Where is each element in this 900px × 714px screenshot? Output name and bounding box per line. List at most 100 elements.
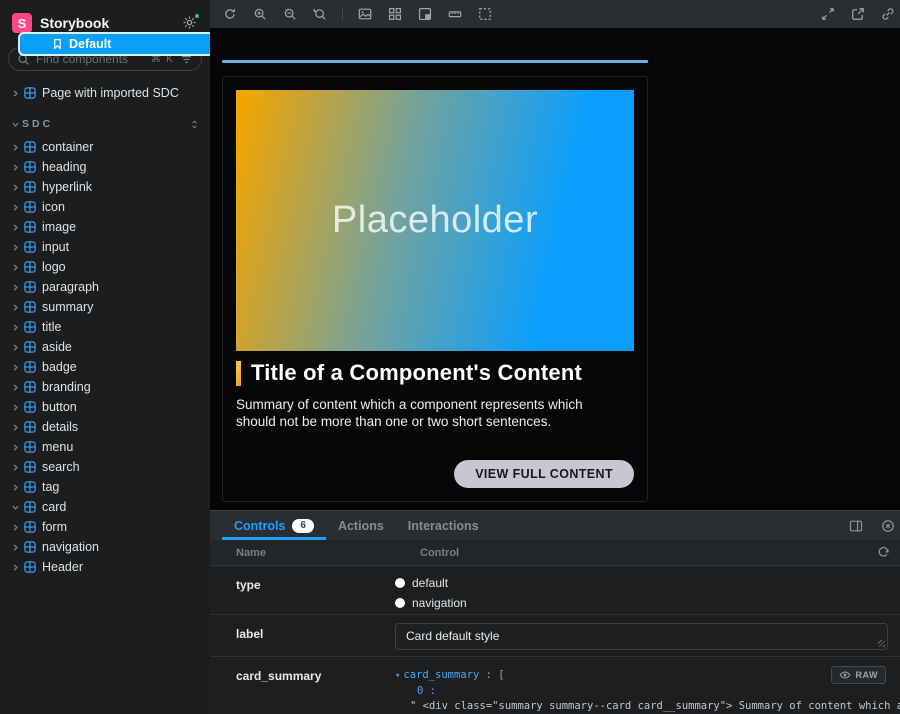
sidebar-item-card[interactable]: card [0, 497, 210, 517]
component-icon [24, 381, 36, 393]
chevron-right-icon[interactable] [8, 523, 22, 532]
component-icon [24, 221, 36, 233]
panel-position-icon[interactable] [846, 516, 866, 536]
tab-controls[interactable]: Controls 6 [222, 511, 326, 540]
settings-gear-icon[interactable] [182, 15, 198, 31]
radio-option-navigation[interactable]: navigation [395, 595, 888, 611]
toolbar-right-group [818, 4, 898, 24]
chevron-right-icon[interactable] [8, 363, 22, 372]
fullscreen-icon[interactable] [818, 4, 838, 24]
collapse-caret-icon[interactable]: ▾ [395, 671, 400, 681]
json-root-node[interactable]: ▾card_summary : [ [395, 668, 900, 684]
component-icon [24, 401, 36, 413]
sidebar-item-container[interactable]: container [0, 137, 210, 157]
chevron-right-icon[interactable] [8, 463, 22, 472]
chevron-right-icon[interactable] [8, 443, 22, 452]
view-full-content-button[interactable]: VIEW FULL CONTENT [454, 460, 634, 488]
component-icon [24, 201, 36, 213]
chevron-right-icon[interactable] [8, 163, 22, 172]
control-row-label: label Card default style [210, 615, 900, 657]
sidebar-item-aside[interactable]: aside [0, 337, 210, 357]
chevron-right-icon[interactable] [8, 323, 22, 332]
chevron-right-icon[interactable] [8, 423, 22, 432]
radio-label: navigation [412, 596, 467, 610]
sidebar-item-menu[interactable]: menu [0, 437, 210, 457]
item-label: form [42, 520, 67, 534]
sidebar-item-logo[interactable]: logo [0, 257, 210, 277]
card-component: Placeholder Title of a Component's Conte… [222, 76, 648, 502]
collapse-expand-icon[interactable] [189, 119, 200, 130]
tab-label: Actions [338, 519, 384, 533]
chevron-right-icon[interactable] [8, 383, 22, 392]
copy-link-icon[interactable] [878, 4, 898, 24]
sidebar-item-button[interactable]: button [0, 397, 210, 417]
sidebar-item-icon[interactable]: icon [0, 197, 210, 217]
remount-icon[interactable] [220, 4, 240, 24]
radio-option-default[interactable]: default [395, 575, 888, 591]
close-panel-icon[interactable] [878, 516, 898, 536]
sidebar-item-summary[interactable]: summary [0, 297, 210, 317]
chevron-down-icon[interactable] [8, 503, 22, 512]
sidebar-item-page-with-imported-sdc[interactable]: Page with imported SDC [0, 83, 210, 103]
grid-icon[interactable] [385, 4, 405, 24]
chevron-right-icon[interactable] [8, 543, 22, 552]
chevron-right-icon[interactable] [8, 89, 22, 98]
tab-actions[interactable]: Actions [326, 511, 396, 540]
item-label: card [42, 500, 66, 514]
component-icon [24, 261, 36, 273]
chevron-right-icon[interactable] [8, 183, 22, 192]
chevron-right-icon[interactable] [8, 283, 22, 292]
zoom-reset-icon[interactable] [310, 4, 330, 24]
label-text-input[interactable]: Card default style [395, 623, 888, 650]
sidebar-item-heading[interactable]: heading [0, 157, 210, 177]
chevron-right-icon[interactable] [8, 263, 22, 272]
sidebar-item-hyperlink[interactable]: hyperlink [0, 177, 210, 197]
chevron-right-icon[interactable] [8, 403, 22, 412]
chevron-down-icon[interactable] [8, 120, 22, 129]
chevron-right-icon[interactable] [8, 303, 22, 312]
card-actions: VIEW FULL CONTENT [236, 460, 634, 488]
reset-controls-icon[interactable] [866, 546, 900, 559]
sidebar-section-sdc[interactable]: SDC [0, 115, 210, 133]
json-index[interactable]: 0 : [417, 684, 900, 699]
open-new-tab-icon[interactable] [848, 4, 868, 24]
sidebar-item-branding[interactable]: branding [0, 377, 210, 397]
sidebar-item-header[interactable]: Header [0, 557, 210, 577]
json-value-line-1[interactable]: " <div class="summary summary--card card… [410, 699, 900, 714]
chevron-right-icon[interactable] [8, 483, 22, 492]
sidebar-item-paragraph[interactable]: paragraph [0, 277, 210, 297]
outline-icon[interactable] [475, 4, 495, 24]
zoom-out-icon[interactable] [280, 4, 300, 24]
chevron-right-icon[interactable] [8, 343, 22, 352]
label-input-wrapper: Card default style [395, 623, 888, 650]
sidebar-item-form[interactable]: form [0, 517, 210, 537]
item-label: heading [42, 160, 87, 174]
item-label: logo [42, 260, 66, 274]
zoom-in-icon[interactable] [250, 4, 270, 24]
viewport-icon[interactable] [415, 4, 435, 24]
main-area: Placeholder Title of a Component's Conte… [210, 0, 900, 714]
measure-icon[interactable] [445, 4, 465, 24]
tab-interactions[interactable]: Interactions [396, 511, 491, 540]
sidebar-item-navigation[interactable]: navigation [0, 537, 210, 557]
radio-circle[interactable] [395, 598, 405, 608]
sidebar-item-input[interactable]: input [0, 237, 210, 257]
chevron-right-icon[interactable] [8, 143, 22, 152]
radio-circle[interactable] [395, 578, 405, 588]
raw-toggle-button[interactable]: RAW [831, 666, 887, 684]
sidebar-item-title[interactable]: title [0, 317, 210, 337]
component-icon [24, 181, 36, 193]
component-icon [24, 301, 36, 313]
chevron-right-icon[interactable] [8, 223, 22, 232]
sidebar-item-badge[interactable]: badge [0, 357, 210, 377]
chevron-right-icon[interactable] [8, 203, 22, 212]
sidebar-item-details[interactable]: details [0, 417, 210, 437]
sidebar-item-tag[interactable]: tag [0, 477, 210, 497]
item-label: Header [42, 560, 83, 574]
json-key: card_summary [403, 669, 479, 681]
sidebar-item-search[interactable]: search [0, 457, 210, 477]
chevron-right-icon[interactable] [8, 563, 22, 572]
chevron-right-icon[interactable] [8, 243, 22, 252]
sidebar-item-image[interactable]: image [0, 217, 210, 237]
backgrounds-icon[interactable] [355, 4, 375, 24]
